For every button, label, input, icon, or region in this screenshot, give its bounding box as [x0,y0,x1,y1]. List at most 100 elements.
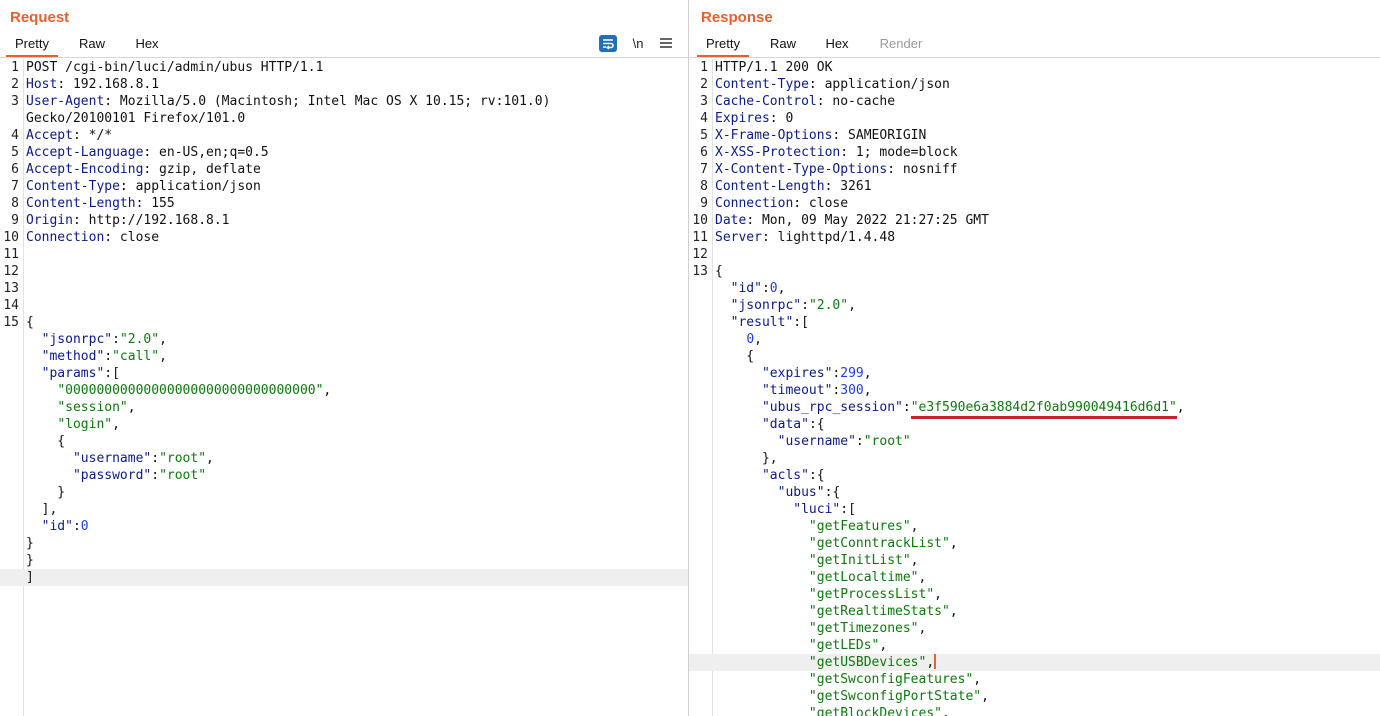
code-line[interactable]: "acls":{ [689,467,1380,484]
code-key: Expires [715,111,770,126]
code-line[interactable]: "login", [0,416,688,433]
code-line[interactable]: 2 Host: 192.168.8.1 [0,76,688,93]
code-punct [26,451,73,466]
code-line[interactable]: "getProcessList", [689,586,1380,603]
code-text: } [26,484,65,501]
tab-render[interactable]: Render [871,33,931,55]
code-line[interactable]: "ubus_rpc_session":"e3f590e6a3884d2f0ab9… [689,399,1380,419]
code-line[interactable]: 3 Cache-Control: no-cache [689,93,1380,110]
code-line[interactable]: 14 [0,297,688,314]
tab-pretty[interactable]: Pretty [697,33,749,57]
code-line[interactable]: "jsonrpc":"2.0", [689,297,1380,314]
code-text: X-Frame-Options: SAMEORIGIN [715,127,926,144]
code-line[interactable]: 6 X-XSS-Protection: 1; mode=block [689,144,1380,161]
code-punct: ], [26,502,58,517]
code-line[interactable]: "jsonrpc":"2.0", [0,331,688,348]
code-punct: , [910,519,919,534]
code-line[interactable]: "getLEDs", [689,637,1380,654]
code-line[interactable]: "getTimezones", [689,620,1380,637]
code-line[interactable]: 11 Server: lighttpd/1.4.48 [689,229,1380,246]
code-line[interactable]: Gecko/20100101 Firefox/101.0 [0,110,688,127]
code-line[interactable]: 6 Accept-Encoding: gzip, deflate [0,161,688,178]
code-line[interactable]: 7 Content-Type: application/json [0,178,688,195]
tab-hex[interactable]: Hex [819,33,855,55]
code-line[interactable]: 13 { [689,263,1380,280]
code-line[interactable]: "timeout":300, [689,382,1380,399]
code-line[interactable]: 2 Content-Type: application/json [689,76,1380,93]
code-line[interactable]: 8 Content-Length: 155 [0,195,688,212]
code-line[interactable]: "method":"call", [0,348,688,365]
code-line[interactable]: 9 Connection: close [689,195,1380,212]
code-text: "id":0, [715,280,786,297]
code-line[interactable]: } [0,484,688,501]
code-line[interactable]: "expires":299, [689,365,1380,382]
code-line[interactable]: 12 [689,246,1380,263]
code-punct [715,298,731,313]
code-key: "password" [72,468,152,483]
code-line[interactable]: "password":"root" [0,467,688,484]
code-punct: }, [715,451,778,466]
code-line[interactable]: "getInitList", [689,552,1380,569]
code-text: POST /cgi-bin/luci/admin/ubus HTTP/1.1 [26,59,323,76]
code-line[interactable]: 11 [0,246,688,263]
code-line[interactable]: "params":[ [0,365,688,382]
code-line[interactable]: { [689,348,1380,365]
code-line[interactable]: 5 Accept-Language: en-US,en;q=0.5 [0,144,688,161]
code-text: "username":"root", [26,450,214,467]
code-line[interactable]: 10 Connection: close [0,229,688,246]
code-line[interactable]: "id":0 [0,518,688,535]
code-line[interactable]: "username":"root", [0,450,688,467]
tab-raw[interactable]: Raw [763,33,803,55]
code-line[interactable]: "00000000000000000000000000000000", [0,382,688,399]
code-line[interactable]: "getBlockDevices", [689,705,1380,716]
code-line[interactable]: 4 Accept: */* [0,127,688,144]
code-line[interactable]: 12 [0,263,688,280]
code-line[interactable]: "luci":[ [689,501,1380,518]
code-line[interactable]: 0, [689,331,1380,348]
wrap-lines-icon[interactable] [599,35,617,52]
code-line[interactable]: 4 Expires: 0 [689,110,1380,127]
code-line[interactable]: "getSwconfigPortState", [689,688,1380,705]
code-key: Accept-Encoding [26,162,144,177]
code-line[interactable]: ] [0,569,688,586]
code-line[interactable]: 9 Origin: http://192.168.8.1 [0,212,688,229]
code-line[interactable]: "getLocaltime", [689,569,1380,586]
line-number: 7 [11,179,19,194]
code-text: "00000000000000000000000000000000", [26,382,331,399]
code-line[interactable]: 8 Content-Length: 3261 [689,178,1380,195]
code-line[interactable]: 10 Date: Mon, 09 May 2022 21:27:25 GMT [689,212,1380,229]
code-line[interactable]: "getFeatures", [689,518,1380,535]
code-line[interactable]: "session", [0,399,688,416]
code-line[interactable]: 7 X-Content-Type-Options: nosniff [689,161,1380,178]
response-editor[interactable]: 1 HTTP/1.1 200 OK 2 Content-Type: applicati… [689,59,1380,716]
code-line[interactable]: }, [689,450,1380,467]
code-line[interactable]: 13 [0,280,688,297]
code-line[interactable]: "getConntrackList", [689,535,1380,552]
code-line[interactable]: ], [0,501,688,518]
code-punct [715,638,809,653]
code-line[interactable]: 15 { [0,314,688,331]
code-punct: HTTP/1.1 200 OK [715,60,833,75]
code-line[interactable]: 1 HTTP/1.1 200 OK [689,59,1380,76]
newline-toggle-button[interactable]: \n [628,33,648,55]
code-line[interactable]: } [0,552,688,569]
code-line[interactable]: "ubus":{ [689,484,1380,501]
code-line[interactable]: "getUSBDevices", [689,654,1380,671]
code-line[interactable]: } [0,535,688,552]
code-line[interactable]: "getRealtimeStats", [689,603,1380,620]
hamburger-menu-icon[interactable] [656,33,676,55]
code-punct: : [801,298,809,313]
code-line[interactable]: "result":[ [689,314,1380,331]
line-number: 15 [3,315,19,330]
request-editor[interactable]: 1 POST /cgi-bin/luci/admin/ubus HTTP/1.1 2… [0,59,688,586]
code-line[interactable]: "getSwconfigFeatures", [689,671,1380,688]
code-line[interactable]: 1 POST /cgi-bin/luci/admin/ubus HTTP/1.1 [0,59,688,76]
code-punct [715,553,809,568]
code-line[interactable]: 3 User-Agent: Mozilla/5.0 (Macintosh; Int… [0,93,688,110]
code-line[interactable]: 5 X-Frame-Options: SAMEORIGIN [689,127,1380,144]
code-punct [715,570,809,585]
code-line[interactable]: { [0,433,688,450]
code-line[interactable]: "id":0, [689,280,1380,297]
code-line[interactable]: "data":{ [689,416,1380,433]
code-line[interactable]: "username":"root" [689,433,1380,450]
